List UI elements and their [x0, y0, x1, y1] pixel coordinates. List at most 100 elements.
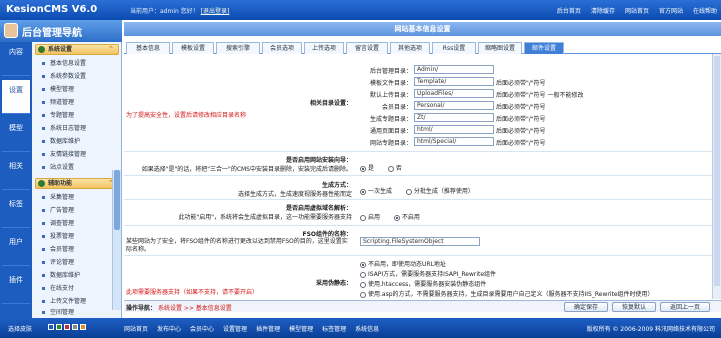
menu-item[interactable]: 投票管理 [42, 232, 118, 242]
footer-link[interactable]: 插件管理 [256, 324, 280, 333]
top-link-site-home[interactable]: 网站首页 [625, 6, 649, 15]
menu-item[interactable]: 系统参数设置 [42, 72, 118, 82]
common-dir-input[interactable]: html/ [414, 125, 494, 134]
menu-item[interactable]: 空间管理 [42, 308, 118, 318]
generate-once-radio[interactable] [360, 188, 366, 195]
install-no-label: 否 [395, 165, 402, 172]
menu-item[interactable]: 频道管理 [42, 98, 118, 108]
breadcrumb-path: 系统设置 >> 基本信息设置 [157, 305, 232, 312]
menu-item[interactable]: 模型管理 [42, 85, 118, 95]
rewrite-option: 不启用，即使用动态URL地址 [360, 259, 446, 268]
tab-rss[interactable]: Rss设置 [432, 42, 476, 54]
footer-link[interactable]: 模型管理 [289, 324, 313, 333]
top-link-home[interactable]: 后台首页 [557, 6, 581, 15]
field-label: 默认上传目录： [369, 92, 412, 99]
settings-form: 相关目录设置： 为了提高安全性，设置后请修改相应目录名称 后台管理目录： Adm… [124, 54, 712, 299]
back-button[interactable]: 返回上一页 [660, 302, 710, 312]
nav-title-bar: 后台管理导航 [0, 20, 122, 42]
tab-mail[interactable]: 邮件设置 [524, 42, 564, 54]
vtab-settings[interactable]: 设置 [2, 80, 30, 114]
footer-link[interactable]: 网站首页 [124, 324, 148, 333]
restore-default-button[interactable]: 恢复默认 [612, 302, 656, 312]
menu-item[interactable]: 广告管理 [42, 206, 118, 216]
nav-title: 后台管理导航 [22, 28, 82, 39]
menu-item[interactable]: 基本信息设置 [42, 59, 118, 69]
admin-dir-input[interactable]: Admin/ [414, 65, 494, 74]
install-wizard-label: 是否启用网站安装向导： [285, 157, 352, 164]
menu-item[interactable]: 上传文件管理 [42, 297, 118, 307]
rewrite-option-radio[interactable] [360, 291, 366, 298]
upload-dir-input[interactable]: UploadFiles/ [414, 89, 494, 98]
topic-dir-input[interactable]: Zt/ [414, 113, 494, 122]
install-no-radio[interactable] [387, 165, 394, 172]
tab-thumbnail[interactable]: 缩略图设置 [478, 42, 522, 54]
menu-item[interactable]: 站点设置 [42, 163, 118, 173]
rewrite-option-radio[interactable] [360, 261, 366, 268]
menu-item[interactable]: 数据库维护 [42, 271, 118, 281]
top-link-official[interactable]: 官方网站 [659, 6, 683, 15]
skin-swatch-gray[interactable] [72, 324, 78, 330]
skin-swatch-orange[interactable] [80, 324, 86, 330]
menu-scroll-thumb[interactable] [114, 170, 120, 230]
footer-menu: 网站首页 发布中心 会员中心 设置管理 插件管理 模型管理 标签管理 系统信息 [124, 324, 379, 333]
vtab-content[interactable]: 内容 [2, 42, 30, 76]
footer-link[interactable]: 发布中心 [157, 324, 181, 333]
menu-item[interactable]: 数据库维护 [42, 137, 118, 147]
skin-swatch-red[interactable] [64, 324, 70, 330]
user-greeting: 当前用户：admin 您好！ [130, 8, 199, 15]
vtab-users[interactable]: 用户 [2, 232, 30, 266]
template-dir-input[interactable]: Template/ [414, 77, 494, 86]
menu-item[interactable]: 调查管理 [42, 219, 118, 229]
vtab-tags[interactable]: 标签 [2, 194, 30, 228]
virtual-disable-radio[interactable] [393, 214, 400, 221]
fso-name-input[interactable]: Scripting.FileSystemObject [360, 237, 480, 246]
vtab-model[interactable]: 模型 [2, 118, 30, 152]
tab-member[interactable]: 会员选项 [262, 42, 302, 54]
generate-batch-radio[interactable] [405, 188, 412, 195]
vtab-plugins[interactable]: 插件 [2, 270, 30, 304]
tab-upload[interactable]: 上传选项 [304, 42, 344, 54]
content-scroll-thumb[interactable] [714, 56, 720, 286]
save-button[interactable]: 确定保存 [564, 302, 608, 312]
content-scrollbar[interactable] [712, 54, 721, 299]
vtab-related[interactable]: 相关 [2, 156, 30, 190]
menu-item[interactable]: 专题管理 [42, 111, 118, 121]
logout-link[interactable]: [退出登录] [201, 8, 230, 15]
rewrite-option-radio[interactable] [360, 281, 366, 288]
skin-swatch-blue[interactable] [48, 324, 54, 330]
breadcrumb-label: 操作导航： [126, 305, 157, 312]
footer-link[interactable]: 设置管理 [223, 324, 247, 333]
menu-item[interactable]: 友情链接管理 [42, 150, 118, 160]
fso-label: FSO组件的名称： [302, 231, 352, 238]
member-dir-input[interactable]: Personal/ [414, 101, 494, 110]
footer-link[interactable]: 标签管理 [322, 324, 346, 333]
rewrite-option: ISAPI方式，需要服务器支持ISAPI_Rewrite组件 [360, 269, 496, 278]
tab-template[interactable]: 模板设置 [172, 42, 214, 54]
menu-item[interactable]: 评论管理 [42, 258, 118, 268]
install-wizard-options: 是 否 [360, 163, 402, 172]
rewrite-row: 采用伪静态： 此项需要服务器支持（如果不支持，请不要开启） 不启用，即使用动态U… [124, 256, 712, 299]
footer-link[interactable]: 会员中心 [190, 324, 214, 333]
tab-other[interactable]: 其他选项 [390, 42, 430, 54]
tab-basic[interactable]: 基本信息 [126, 42, 170, 54]
sidebar-menu: 系统设置 ⌃ 基本信息设置 系统参数设置 模型管理 频道管理 专题管理 系统日志… [32, 42, 122, 318]
dir-settings-label: 相关目录设置： [309, 100, 352, 107]
field-hint: 后面必须带"/"符号 [496, 104, 546, 111]
virtual-enable-radio[interactable] [360, 214, 366, 221]
install-yes-radio[interactable] [360, 165, 366, 172]
top-link-clear-cache[interactable]: 清除缓存 [591, 6, 615, 15]
skin-swatch-green[interactable] [56, 324, 62, 330]
menu-item[interactable]: 系统日志管理 [42, 124, 118, 134]
menu-item[interactable]: 会员管理 [42, 245, 118, 255]
special-dir-input[interactable]: html/Special/ [414, 137, 494, 146]
top-link-help[interactable]: 在线帮助 [693, 6, 717, 15]
menu-group-tools[interactable]: 辅助功能 ⌃ [35, 178, 119, 189]
menu-item[interactable]: 在线支付 [42, 284, 118, 294]
tab-search-engine[interactable]: 搜索引擎 [216, 42, 260, 54]
menu-item[interactable]: 采集管理 [42, 193, 118, 203]
rewrite-option-radio[interactable] [360, 271, 366, 278]
menu-scrollbar[interactable] [112, 170, 121, 310]
menu-group-system[interactable]: 系统设置 ⌃ [35, 44, 119, 55]
tab-guestbook[interactable]: 留言设置 [346, 42, 388, 54]
footer-link[interactable]: 系统信息 [355, 324, 379, 333]
